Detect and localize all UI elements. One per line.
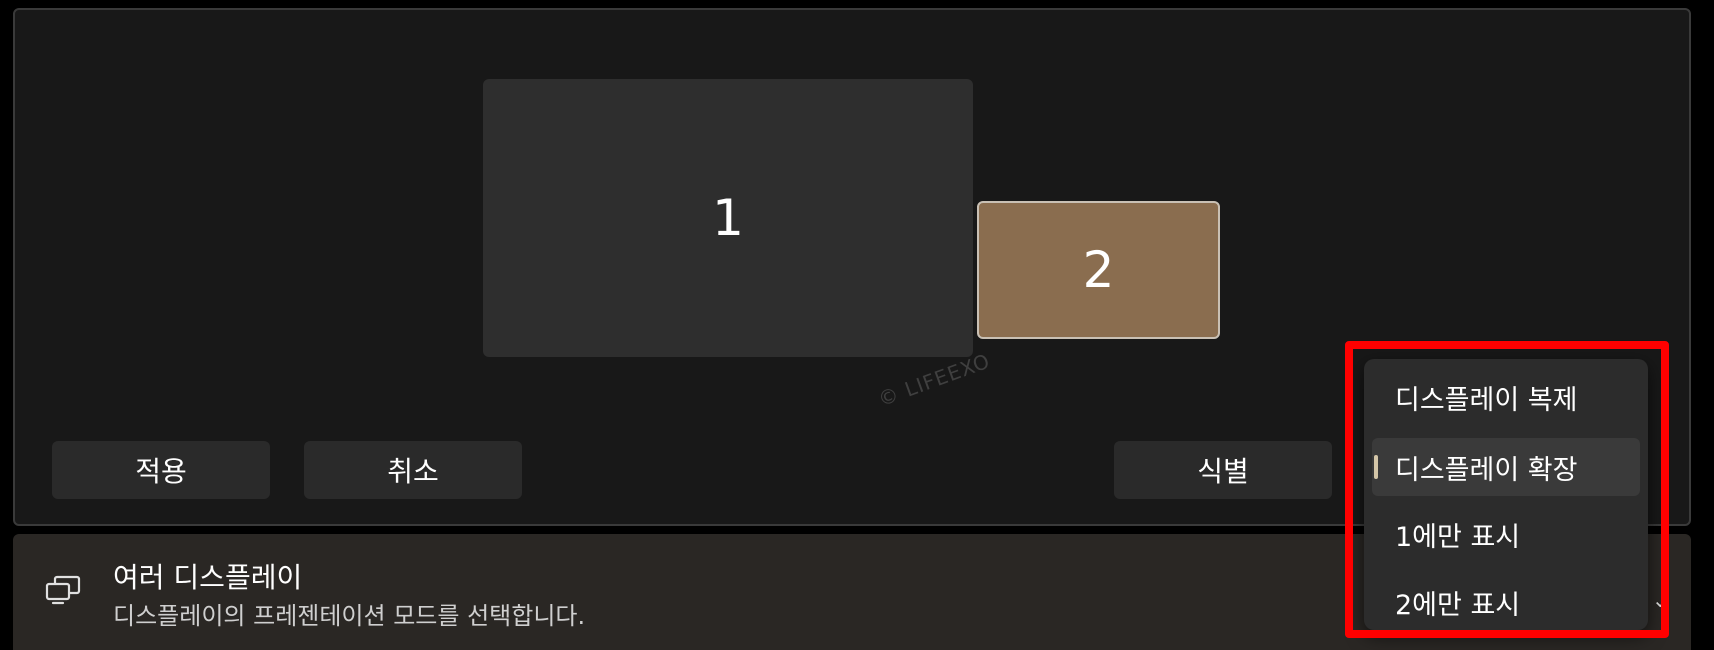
identify-button[interactable]: 식별 — [1114, 441, 1332, 499]
dropdown-option-label: 1에만 표시 — [1395, 521, 1521, 553]
monitor-2-label: 2 — [1082, 241, 1115, 299]
presentation-mode-dropdown[interactable]: 디스플레이 복제 디스플레이 확장 1에만 표시 2에만 표시 — [1364, 359, 1648, 630]
watermark: © LIFEEXO — [874, 348, 994, 412]
multiple-displays-title: 여러 디스플레이 — [113, 561, 303, 594]
dropdown-option-label: 2에만 표시 — [1395, 589, 1521, 621]
dropdown-option-label: 디스플레이 확장 — [1395, 454, 1578, 486]
monitor-2-tile[interactable]: 2 — [977, 201, 1220, 339]
chevron-down-icon[interactable]: ⌄ — [1652, 588, 1669, 612]
dropdown-option-show-only-2[interactable]: 2에만 표시 — [1372, 573, 1640, 631]
display-settings-page: 1 2 © LIFEEXO 적용 취소 식별 여러 디스플레이 디스플레이의 프… — [0, 0, 1714, 650]
multi-display-icon — [45, 575, 81, 605]
dropdown-option-label: 디스플레이 복제 — [1395, 384, 1578, 416]
dropdown-option-duplicate[interactable]: 디스플레이 복제 — [1372, 368, 1640, 426]
dropdown-option-show-only-1[interactable]: 1에만 표시 — [1372, 505, 1640, 563]
cancel-button[interactable]: 취소 — [304, 441, 522, 499]
selection-indicator — [1374, 455, 1378, 479]
dropdown-option-extend[interactable]: 디스플레이 확장 — [1372, 438, 1640, 496]
apply-button[interactable]: 적용 — [52, 441, 270, 499]
multiple-displays-description: 디스플레이의 프레젠테이션 모드를 선택합니다. — [113, 602, 586, 630]
monitor-1-tile[interactable]: 1 — [483, 79, 973, 357]
monitor-1-label: 1 — [712, 189, 744, 247]
